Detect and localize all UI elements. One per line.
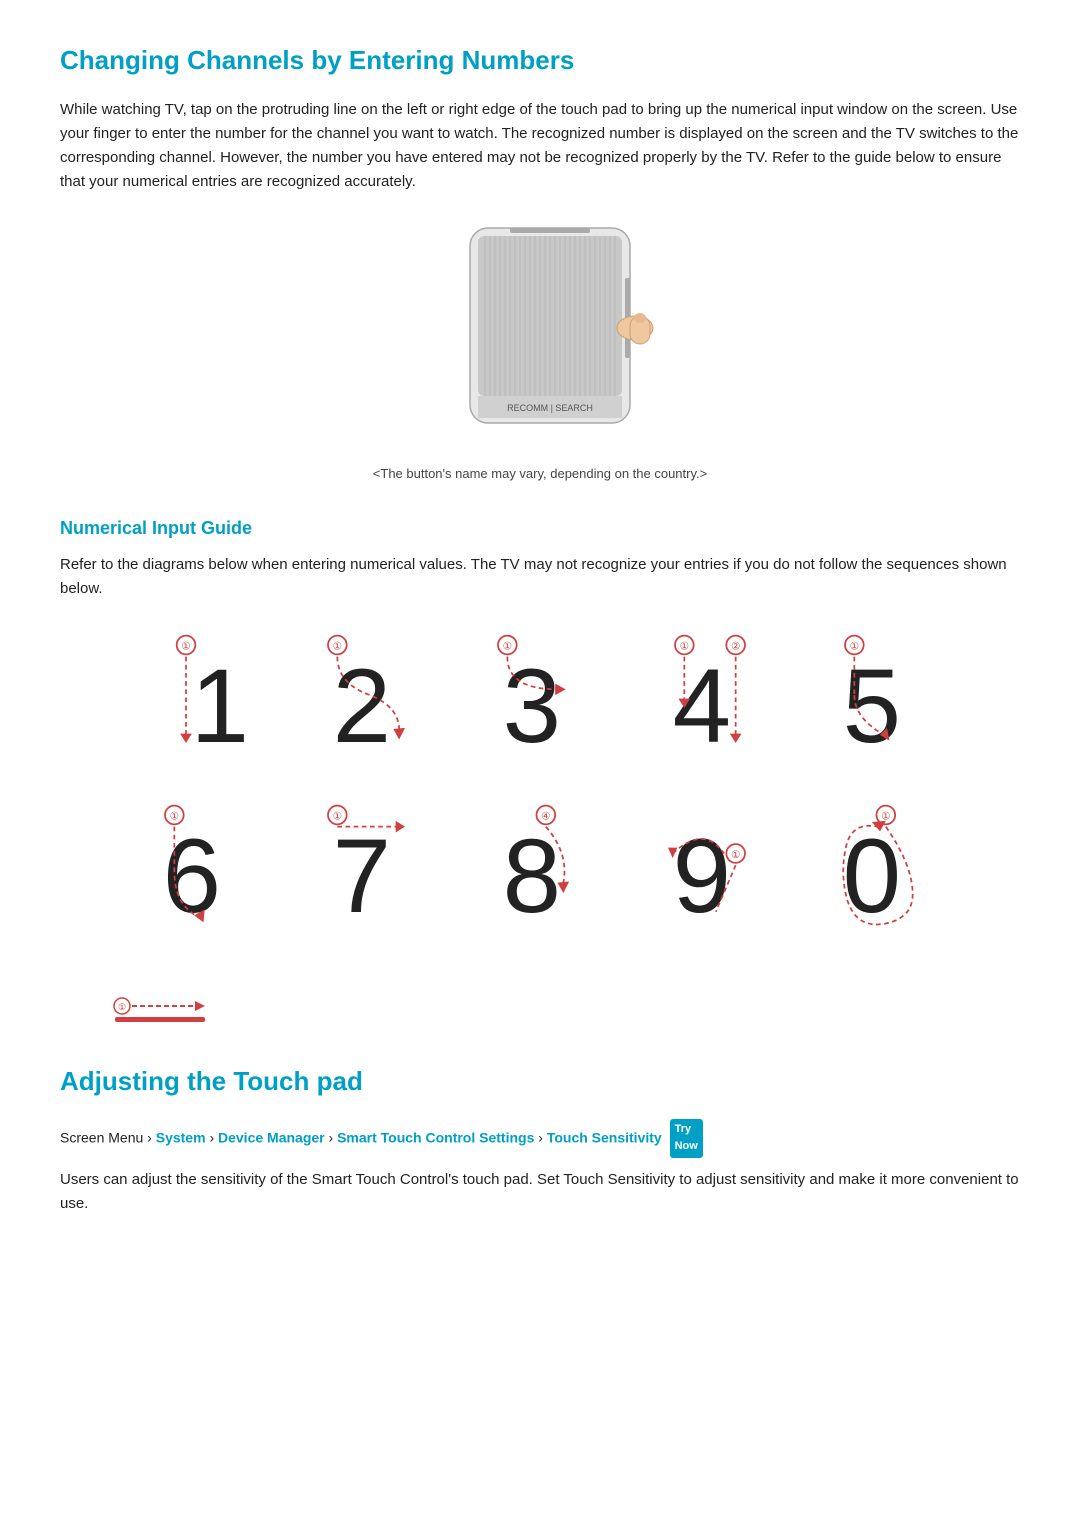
svg-text:①: ① <box>680 641 690 653</box>
intro-paragraph: While watching TV, tap on the protruding… <box>60 98 1020 194</box>
number-8-item: 8 ④ <box>460 791 620 951</box>
svg-text:①: ① <box>333 811 343 823</box>
svg-text:2: 2 <box>333 648 391 765</box>
numerical-guide-title: Numerical Input Guide <box>60 514 1020 543</box>
number-5-svg: 5 ① <box>810 631 950 771</box>
number-9-item: 9 ① <box>630 791 790 951</box>
breadcrumb-smart-touch[interactable]: Smart Touch Control Settings <box>337 1129 534 1145</box>
number-0-item: 0 ① <box>800 791 960 951</box>
svg-text:④: ④ <box>541 811 551 823</box>
number-3-svg: 3 ① <box>470 631 610 771</box>
numerical-guide-section: Numerical Input Guide Refer to the diagr… <box>60 514 1020 601</box>
number-1-item: 1 ① <box>120 621 280 781</box>
svg-text:6: 6 <box>163 818 221 935</box>
number-8-svg: 8 ④ <box>470 801 610 941</box>
touch-remote-image-container: RECOMM | SEARCH <box>60 218 1020 456</box>
try-now-badge[interactable]: TryNow <box>670 1119 703 1158</box>
image-caption: <The button's name may vary, depending o… <box>60 464 1020 485</box>
svg-text:②: ② <box>731 641 741 653</box>
svg-text:①: ① <box>731 849 741 861</box>
breadcrumb-plain: Screen Menu <box>60 1129 147 1145</box>
breadcrumb-touch-sensitivity[interactable]: Touch Sensitivity <box>547 1129 662 1145</box>
number-0-svg: 0 ① <box>810 801 950 941</box>
number-5-item: 5 ① <box>800 621 960 781</box>
svg-text:①: ① <box>503 641 513 653</box>
extra-arrow-row: ① <box>60 981 1020 1031</box>
number-7-item: 7 ① <box>290 791 450 951</box>
number-9-svg: 9 ① <box>640 801 780 941</box>
svg-text:4: 4 <box>673 648 731 765</box>
svg-text:1: 1 <box>191 648 249 765</box>
adjusting-title: Adjusting the Touch pad <box>60 1061 1020 1103</box>
svg-text:9: 9 <box>673 818 731 935</box>
svg-text:①: ① <box>881 811 891 823</box>
number-3-item: 3 ① <box>460 621 620 781</box>
number-4-svg: 4 ① ② <box>640 631 780 771</box>
number-6-svg: 6 ① <box>130 801 270 941</box>
touch-sensitivity-link[interactable]: Touch Sensitivity <box>563 1171 675 1188</box>
adjusting-body: Users can adjust the sensitivity of the … <box>60 1168 1020 1216</box>
numbers-grid: 1 ① 2 ① 3 ① 4 <box>60 621 1020 961</box>
extra-arrow-svg: ① <box>110 981 230 1031</box>
svg-text:①: ① <box>170 811 180 823</box>
chevron-2: › <box>209 1129 218 1145</box>
svg-text:RECOMM | SEARCH: RECOMM | SEARCH <box>507 403 593 413</box>
svg-text:①: ① <box>118 1002 126 1012</box>
adjusting-section: Adjusting the Touch pad Screen Menu › Sy… <box>60 1061 1020 1216</box>
chevron-3: › <box>329 1129 338 1145</box>
breadcrumb-device-manager[interactable]: Device Manager <box>218 1129 325 1145</box>
number-2-item: 2 ① <box>290 621 450 781</box>
svg-text:①: ① <box>181 641 191 653</box>
numerical-guide-intro: Refer to the diagrams below when enterin… <box>60 553 1020 601</box>
page-title: Changing Channels by Entering Numbers <box>60 40 1020 82</box>
touch-remote-svg: RECOMM | SEARCH <box>420 218 660 448</box>
breadcrumb: Screen Menu › System › Device Manager › … <box>60 1119 1020 1158</box>
number-1-svg: 1 ① <box>130 631 270 771</box>
number-7-svg: 7 ① <box>300 801 440 941</box>
svg-text:7: 7 <box>333 818 391 935</box>
number-2-svg: 2 ① <box>300 631 440 771</box>
svg-text:①: ① <box>850 641 860 653</box>
svg-text:3: 3 <box>503 648 561 765</box>
chevron-4: › <box>538 1129 547 1145</box>
number-6-item: 6 ① <box>120 791 280 951</box>
breadcrumb-system[interactable]: System <box>156 1129 206 1145</box>
svg-text:5: 5 <box>843 648 901 765</box>
adjusting-body-start: Users can adjust the sensitivity of the … <box>60 1171 563 1188</box>
svg-text:①: ① <box>333 641 343 653</box>
number-4-item: 4 ① ② <box>630 621 790 781</box>
chevron-1: › <box>147 1129 156 1145</box>
